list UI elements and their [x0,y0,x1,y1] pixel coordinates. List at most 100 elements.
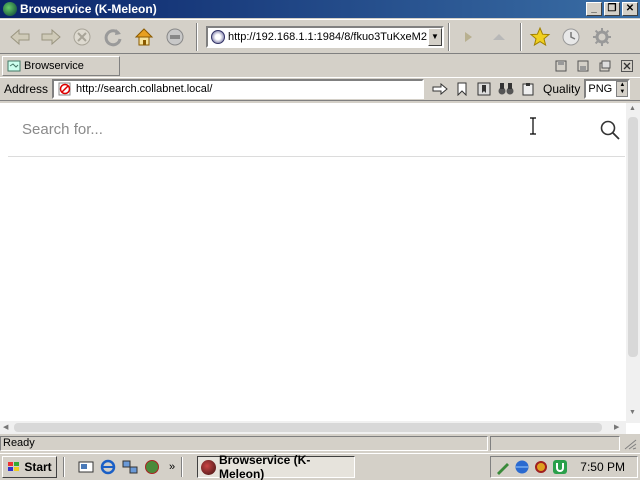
back-button[interactable] [6,23,34,51]
print-icon [166,28,184,45]
toolbar-separator [448,22,450,51]
vertical-scroll-thumb[interactable] [628,117,638,357]
page-icon [7,60,21,71]
arrow-right-icon [432,83,448,95]
taskbar-window-label: Browservice (K-Meleon) [218,453,311,480]
ie-launch-button[interactable] [99,458,117,476]
taskbar-separator [181,457,184,477]
desktop-icon [78,461,94,473]
reload-button[interactable] [99,23,127,51]
clock[interactable]: 7:50 PM [580,460,625,474]
window-title: Browservice (K-Meleon) [20,2,157,16]
url-combo-text: http://192.168.1.1:1984/8/fkuo3TuKxeM2 [228,30,427,43]
kmeleon-launch-button[interactable] [143,458,161,476]
horizontal-scrollbar[interactable]: ◀ ▶ [0,421,626,434]
bookmark-button[interactable] [452,80,471,98]
save-page-button[interactable] [552,58,570,74]
clipboard-button[interactable] [518,80,537,98]
windows-logo-icon [8,462,20,471]
window-icon [599,60,611,71]
taskbar: Start » Browservice (K-Meleon) 7:50 PM [0,453,640,480]
find-button[interactable] [496,80,515,98]
bookmark-icon [457,82,467,96]
home-icon [134,27,154,45]
web-content: ▲ ▼ ◀ ▶ [0,103,640,434]
address-field[interactable]: http://search.collabnet.local/ [52,79,425,99]
no-entry-icon [58,82,71,96]
chevron-right-icon[interactable]: » [169,461,175,473]
quality-value: PNG [588,83,613,95]
tab-browservice[interactable]: Browservice [2,55,120,76]
bookmarks-panel-button[interactable] [474,80,493,98]
minimize-button[interactable]: _ [586,2,602,16]
chevron-down-icon[interactable]: ▼ [428,27,442,46]
text-cursor-icon [530,117,536,135]
tab-controls [552,58,636,74]
floppy-icon [577,60,589,71]
kmeleon-app-icon[interactable] [3,2,17,16]
play-icon [465,31,472,42]
back-icon [10,28,30,45]
tab-bar: Browservice [0,55,640,76]
network-launch-button[interactable] [121,458,139,476]
clipboard-icon [522,83,534,96]
quality-label: Quality [543,82,581,96]
search-icon[interactable] [599,119,621,141]
forward-button[interactable] [37,23,65,51]
vertical-scrollbar[interactable]: ▲ ▼ [626,103,640,423]
settings-button[interactable] [588,23,616,51]
scroll-down-icon[interactable]: ▼ [629,409,636,416]
book-icon [477,82,491,96]
address-tools [430,80,537,98]
close-button[interactable]: ✕ [622,2,638,16]
status-progress-pane [490,436,620,451]
stop-icon [73,28,91,45]
utorrent-icon[interactable] [552,459,568,475]
start-button[interactable]: Start [2,456,57,478]
search-input[interactable] [8,121,599,138]
network-icon [122,460,138,474]
eject-icon [493,33,505,40]
home-button[interactable] [130,23,158,51]
globe-icon[interactable] [514,459,530,475]
eject-button[interactable] [485,23,513,51]
print-button[interactable] [161,23,189,51]
close-tab-button[interactable] [618,58,636,74]
spinner-icon[interactable]: ▲ ▼ [616,81,629,97]
play-button[interactable] [454,23,482,51]
scroll-right-icon[interactable]: ▶ [614,423,619,431]
resize-grip-icon[interactable] [623,438,637,450]
status-bar: Ready [0,435,640,452]
tab-label: Browservice [24,59,84,72]
history-button[interactable] [557,23,585,51]
save-as-button[interactable] [574,58,592,74]
floppy-icon [555,60,567,71]
reload-icon [104,28,122,46]
scroll-left-icon[interactable]: ◀ [3,423,8,431]
horizontal-scroll-thumb[interactable] [14,423,602,432]
go-button[interactable] [430,80,449,98]
toolbar-separator [196,22,198,51]
pen-icon[interactable] [495,459,511,475]
favorites-button[interactable] [526,23,554,51]
address-bar: Address http://search.collabnet.local/ Q… [0,77,640,101]
stop-button[interactable] [68,23,96,51]
address-url: http://search.collabnet.local/ [76,83,213,95]
url-combo-box[interactable]: http://192.168.1.1:1984/8/fkuo3TuKxeM2 ▼ [206,25,444,48]
restore-button[interactable]: ❐ [604,2,620,16]
show-desktop-button[interactable] [77,458,95,476]
clock-icon [562,28,580,45]
scroll-up-icon[interactable]: ▲ [629,105,636,112]
new-window-button[interactable] [596,58,614,74]
star-icon [529,26,551,46]
taskbar-window-button[interactable]: Browservice (K-Meleon) [197,453,356,480]
gear-icon[interactable] [533,459,549,475]
kmeleon-icon [145,460,159,474]
ie-icon [100,459,116,475]
quality-select[interactable]: PNG ▲ ▼ [584,79,631,99]
close-icon [621,59,633,72]
quick-launch: » [77,458,175,476]
kmeleon-icon [201,459,216,475]
toolbar-separator [520,22,522,51]
window-controls: _ ❐ ✕ [586,2,638,16]
